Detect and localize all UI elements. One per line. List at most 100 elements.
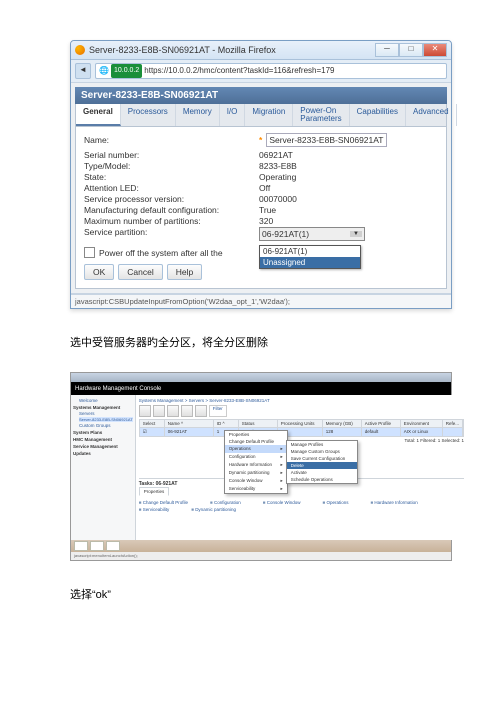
- hmc-footer: [71, 540, 451, 552]
- tab-processors[interactable]: Processors: [121, 104, 176, 126]
- dropdown-value: 06-921AT(1): [262, 229, 309, 239]
- row-label: Type/Model:: [84, 161, 259, 171]
- globe-icon: 🌐: [99, 64, 109, 78]
- firefox-icon: [75, 45, 85, 55]
- row-value: 00070000: [259, 194, 297, 204]
- col-status[interactable]: Status: [239, 420, 278, 427]
- subctx-item[interactable]: Activate: [287, 469, 357, 476]
- filter-input[interactable]: Filter: [209, 405, 227, 417]
- window-titlebar: Server-8233-E8B-SN06921AT - Mozilla Fire…: [71, 41, 451, 60]
- window-close-icon[interactable]: ✕: [423, 43, 447, 57]
- task-links: Change Default Profile Configuration Con…: [139, 500, 464, 512]
- col-select: Select: [140, 420, 165, 427]
- cancel-button[interactable]: Cancel: [118, 264, 162, 280]
- tool-button[interactable]: [181, 405, 193, 417]
- hmc-titlebar: [71, 373, 451, 382]
- tab-memory[interactable]: Memory: [176, 104, 220, 126]
- task-link[interactable]: Operations: [322, 500, 348, 505]
- subctx-item[interactable]: Manage Profiles: [287, 441, 357, 448]
- tab-general[interactable]: General: [76, 104, 121, 126]
- tool-button[interactable]: [153, 405, 165, 417]
- subctx-item[interactable]: Manage Custom Groups: [287, 448, 357, 455]
- hmc-statusbar: javascript:menuItemLaunchAction();: [71, 552, 451, 560]
- sidebar-section-sysman[interactable]: Systems Management: [73, 405, 133, 410]
- task-link[interactable]: Console Window: [263, 500, 301, 505]
- col-pu[interactable]: Processing Units: [278, 420, 323, 427]
- sidebar-item-welcome[interactable]: Welcome: [79, 398, 133, 403]
- col-name[interactable]: Name ^: [165, 420, 214, 427]
- tab-io[interactable]: I/O: [220, 104, 246, 126]
- dropdown-option[interactable]: 06-921AT(1): [260, 246, 360, 257]
- subctx-item[interactable]: Save Current Configuration: [287, 455, 357, 462]
- ctx-item-console[interactable]: Console Window▸: [225, 477, 287, 485]
- ctx-item-dynamic[interactable]: Dynamic partitioning▸: [225, 469, 287, 477]
- tab-migration[interactable]: Migration: [245, 104, 293, 126]
- required-icon: *: [259, 135, 262, 145]
- task-link[interactable]: Configuration: [210, 500, 241, 505]
- tool-button[interactable]: [195, 405, 207, 417]
- subctx-item-delete[interactable]: Delete: [287, 462, 357, 469]
- task-link[interactable]: Serviceability: [139, 507, 169, 512]
- tool-button[interactable]: [167, 405, 179, 417]
- poweroff-label: Power off the system after all the: [99, 248, 223, 258]
- panel-title: Server-8233-E8B-SN06921AT: [75, 87, 447, 104]
- row-value: Operating: [259, 172, 296, 182]
- task-link[interactable]: Hardware Information: [370, 500, 417, 505]
- task-link[interactable]: Change Default Profile: [139, 500, 188, 505]
- help-button[interactable]: Help: [167, 264, 202, 280]
- table-header: Select Name ^ ID ^ Status Processing Uni…: [140, 420, 463, 428]
- url-input[interactable]: 🌐 10.0.0.2 https://10.0.0.2/hmc/content?…: [95, 63, 447, 79]
- cell-env: AIX or Linux: [401, 428, 443, 436]
- foot-button[interactable]: [106, 541, 120, 551]
- foot-button[interactable]: [90, 541, 104, 551]
- task-link[interactable]: Dynamic partitioning: [191, 507, 236, 512]
- col-mem[interactable]: Memory (GB): [323, 420, 362, 427]
- ctx-item-configuration[interactable]: Configuration▸: [225, 453, 287, 461]
- name-field[interactable]: Server-8233-E8B-SN06921AT: [266, 133, 386, 147]
- row-label: Attention LED:: [84, 183, 259, 193]
- col-profile[interactable]: Active Profile: [362, 420, 401, 427]
- back-button[interactable]: ◄: [75, 63, 91, 79]
- ctx-item-operations[interactable]: Operations▸: [225, 445, 287, 453]
- service-partition-select[interactable]: 06-921AT(1) ▼: [259, 227, 365, 241]
- ok-button[interactable]: OK: [84, 264, 114, 280]
- sidebar-item-servers[interactable]: Servers: [79, 411, 133, 416]
- context-menu: Properties Change Default Profile Operat…: [224, 430, 288, 494]
- task-tab[interactable]: Properties: [139, 487, 170, 496]
- instruction-text-2: 选择“ok”: [70, 586, 450, 602]
- row-value: 8233-E8B: [259, 161, 297, 171]
- sidebar-item-hmcman[interactable]: HMC Management: [73, 437, 133, 442]
- sidebar-item-updates[interactable]: Updates: [73, 451, 133, 456]
- row-label: Service processor version:: [84, 194, 259, 204]
- sidebar-item-server[interactable]: Server-8233-E8B-SN06921AT: [79, 417, 133, 422]
- sidebar-item-sysplans[interactable]: System Plans: [73, 430, 133, 435]
- sidebar-item-svcman[interactable]: Service Management: [73, 444, 133, 449]
- foot-button[interactable]: [74, 541, 88, 551]
- row-label: Maximum number of partitions:: [84, 216, 259, 226]
- tab-capabilities[interactable]: Capabilities: [350, 104, 406, 126]
- address-bar: ◄ 🌐 10.0.0.2 https://10.0.0.2/hmc/conten…: [71, 60, 451, 83]
- window-maximize-icon[interactable]: □: [399, 43, 423, 57]
- row-value: True: [259, 205, 276, 215]
- col-id[interactable]: ID ^: [214, 420, 239, 427]
- hmc-banner: Hardware Management Console: [71, 382, 451, 395]
- ctx-item-service[interactable]: Serviceability▸: [225, 485, 287, 493]
- poweroff-checkbox[interactable]: [84, 247, 95, 258]
- window-title: Server-8233-E8B-SN06921AT - Mozilla Fire…: [89, 45, 276, 55]
- table-row[interactable]: ☑ 06-921AT 1 Running 16 128 default AIX …: [140, 428, 463, 436]
- window-minimize-icon[interactable]: ─: [375, 43, 399, 57]
- tool-button[interactable]: [139, 405, 151, 417]
- ctx-item-change-profile[interactable]: Change Default Profile: [225, 438, 287, 445]
- col-ref[interactable]: Refe...: [443, 420, 463, 427]
- cell-mem: 128: [323, 428, 362, 436]
- col-env[interactable]: Environment: [401, 420, 443, 427]
- sidebar-item-customgroups[interactable]: Custom Groups: [79, 423, 133, 428]
- content-panel: Server-8233-E8B-SN06921AT General Proces…: [71, 83, 451, 294]
- subctx-item[interactable]: Schedule Operations: [287, 476, 357, 483]
- ctx-item-properties[interactable]: Properties: [225, 431, 287, 438]
- dropdown-option-unassigned[interactable]: Unassigned: [260, 257, 360, 268]
- tab-advanced[interactable]: Advanced: [406, 104, 457, 126]
- tab-poweron[interactable]: Power-On Parameters: [293, 104, 349, 126]
- ctx-item-hardware[interactable]: Hardware Information▸: [225, 461, 287, 469]
- row-label: Manufacturing default configuration:: [84, 205, 259, 215]
